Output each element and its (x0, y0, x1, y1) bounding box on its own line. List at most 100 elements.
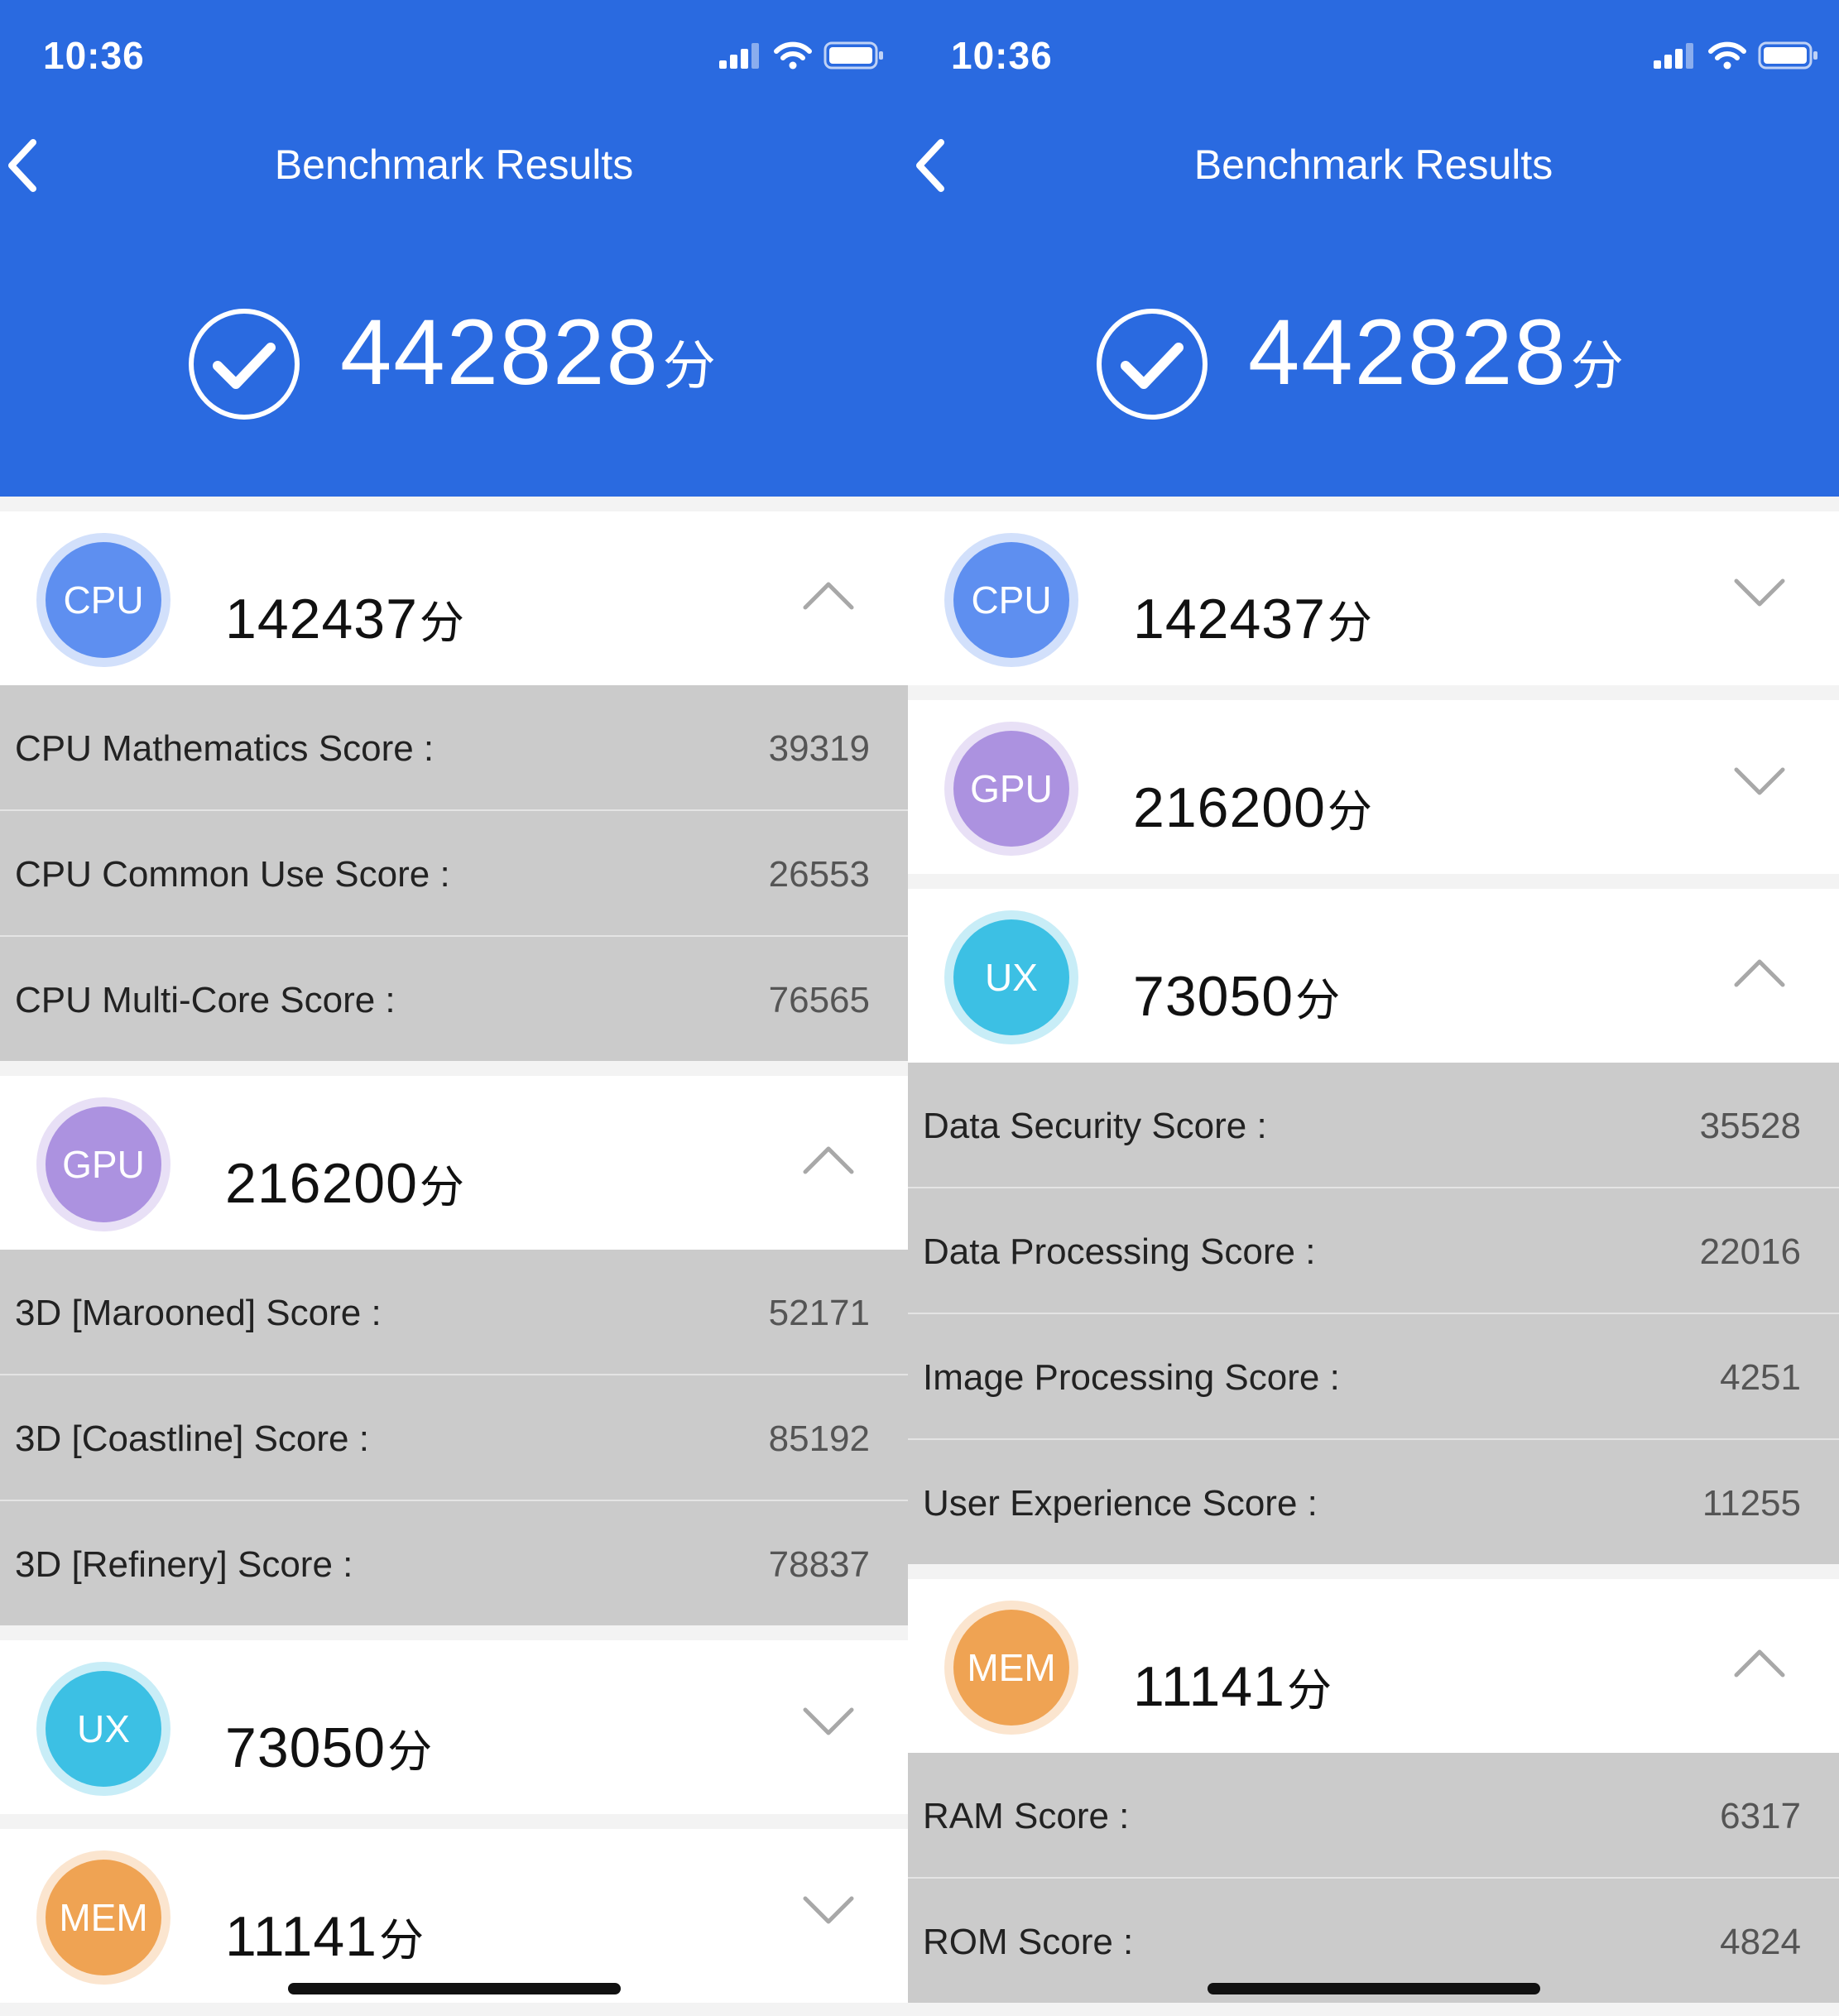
status-icons (719, 41, 885, 70)
section-gap (0, 1061, 908, 1076)
category-score: 142437分 (225, 586, 465, 651)
detail-label: RAM Score : (923, 1796, 1130, 1836)
category-ux-header[interactable]: UX 73050分 (0, 1640, 908, 1814)
category-score-value: 73050 (225, 1716, 387, 1779)
signal-icon (1654, 43, 1693, 69)
ux-badge: UX (36, 1662, 170, 1796)
mem-badge: MEM (36, 1850, 170, 1985)
gpu-detail-list: 3D [Marooned] Score : 52171 3D [Coastline… (0, 1250, 908, 1625)
gpu-badge: GPU (36, 1097, 170, 1231)
status-time: 10:36 (43, 34, 145, 77)
chevron-down-icon[interactable] (1733, 766, 1786, 799)
status-bar: 10:36 (908, 0, 1839, 83)
category-gpu-header[interactable]: GPU 216200分 (0, 1076, 908, 1250)
wifi-icon (1708, 41, 1746, 70)
detail-row: Data Processing Score : 22016 (908, 1188, 1839, 1314)
badge-label: MEM (967, 1646, 1056, 1689)
chevron-up-icon[interactable] (802, 1142, 855, 1175)
badge-label: GPU (970, 767, 1053, 810)
checkmark-circle-icon (1097, 309, 1208, 420)
category-score: 216200分 (1133, 775, 1373, 840)
badge-label: CPU (63, 578, 144, 622)
category-gpu-header[interactable]: GPU 216200分 (908, 700, 1839, 874)
detail-label: CPU Mathematics Score : (15, 728, 435, 769)
score-unit: 分 (662, 335, 718, 396)
ux-badge: UX (944, 910, 1078, 1044)
score-unit: 分 (1327, 787, 1373, 837)
chevron-down-icon[interactable] (802, 1895, 855, 1928)
chevron-up-icon[interactable] (1733, 955, 1786, 988)
total-score-value: 442828 (1248, 300, 1568, 404)
category-mem-header[interactable]: MEM 11141分 (0, 1829, 908, 2003)
chevron-down-icon[interactable] (1733, 578, 1786, 611)
section-gap (908, 1564, 1839, 1579)
detail-value: 52171 (768, 1293, 870, 1333)
detail-value: 26553 (768, 854, 870, 895)
detail-row: Data Security Score : 35528 (908, 1063, 1839, 1188)
checkmark-circle-icon (189, 309, 300, 420)
battery-icon (823, 41, 883, 70)
score-unit: 分 (419, 598, 465, 648)
detail-value: 11255 (1702, 1483, 1801, 1524)
total-score-value: 442828 (340, 300, 660, 404)
detail-label: User Experience Score : (923, 1483, 1318, 1524)
score-unit: 分 (419, 1163, 465, 1212)
detail-row: 3D [Refinery] Score : 78837 (0, 1501, 908, 1625)
detail-row: CPU Common Use Score : 26553 (0, 811, 908, 937)
cpu-detail-list: CPU Mathematics Score : 39319 CPU Common … (0, 685, 908, 1061)
status-time: 10:36 (951, 34, 1053, 77)
section-gap (908, 874, 1839, 889)
detail-value: 6317 (1720, 1796, 1801, 1836)
wifi-icon (774, 41, 812, 70)
mem-detail-list: RAM Score : 6317 ROM Score : 4824 (908, 1753, 1839, 2003)
score-unit: 分 (387, 1727, 434, 1777)
detail-label: CPU Multi-Core Score : (15, 980, 396, 1020)
score-unit: 分 (1570, 335, 1625, 396)
score-unit: 分 (1287, 1666, 1332, 1716)
detail-label: Data Security Score : (923, 1106, 1267, 1146)
detail-value: 4824 (1720, 1922, 1801, 1962)
category-ux-header[interactable]: UX 73050分 (908, 889, 1839, 1063)
category-score-value: 73050 (1133, 965, 1294, 1028)
detail-value: 39319 (768, 728, 870, 769)
category-score-value: 11141 (1133, 1655, 1285, 1718)
detail-label: 3D [Marooned] Score : (15, 1293, 382, 1333)
chevron-up-icon[interactable] (802, 578, 855, 611)
detail-value: 85192 (768, 1418, 870, 1459)
detail-value: 78837 (768, 1544, 870, 1585)
badge-label: CPU (971, 578, 1052, 622)
score-unit: 分 (1295, 976, 1342, 1025)
detail-label: CPU Common Use Score : (15, 854, 450, 895)
badge-label: UX (985, 956, 1038, 999)
section-gap (0, 1625, 908, 1640)
category-score: 11141分 (1133, 1654, 1332, 1719)
page-title: Benchmark Results (274, 142, 634, 188)
chevron-down-icon[interactable] (802, 1706, 855, 1740)
section-gap (908, 685, 1839, 700)
mem-badge: MEM (944, 1601, 1078, 1735)
status-bar: 10:36 (0, 0, 908, 83)
badge-label: UX (77, 1707, 130, 1750)
detail-row: 3D [Marooned] Score : 52171 (0, 1250, 908, 1375)
category-cpu-header[interactable]: CPU 142437分 (908, 511, 1839, 685)
right-screen: 10:36 Benchmark Results 442828分 CPU 1424… (908, 0, 1839, 2016)
category-score: 73050分 (225, 1715, 433, 1780)
category-cpu-header[interactable]: CPU 142437分 (0, 511, 908, 685)
score-unit: 分 (1327, 598, 1373, 648)
total-score: 442828分 (1094, 281, 1625, 422)
cpu-badge: CPU (36, 533, 170, 667)
detail-row: CPU Multi-Core Score : 76565 (0, 937, 908, 1061)
score-unit: 分 (379, 1916, 425, 1966)
detail-value: 4251 (1720, 1357, 1801, 1398)
signal-icon (719, 43, 759, 69)
category-score-value: 142437 (1133, 588, 1326, 650)
category-score-value: 11141 (225, 1905, 377, 1968)
category-mem-header[interactable]: MEM 11141分 (908, 1579, 1839, 1753)
status-icons (1654, 41, 1819, 70)
header: 10:36 Benchmark Results 442828分 (0, 0, 908, 497)
cpu-badge: CPU (944, 533, 1078, 667)
detail-row: RAM Score : 6317 (908, 1753, 1839, 1879)
chevron-up-icon[interactable] (1733, 1645, 1786, 1678)
detail-label: 3D [Refinery] Score : (15, 1544, 353, 1585)
battery-icon (1758, 41, 1817, 70)
